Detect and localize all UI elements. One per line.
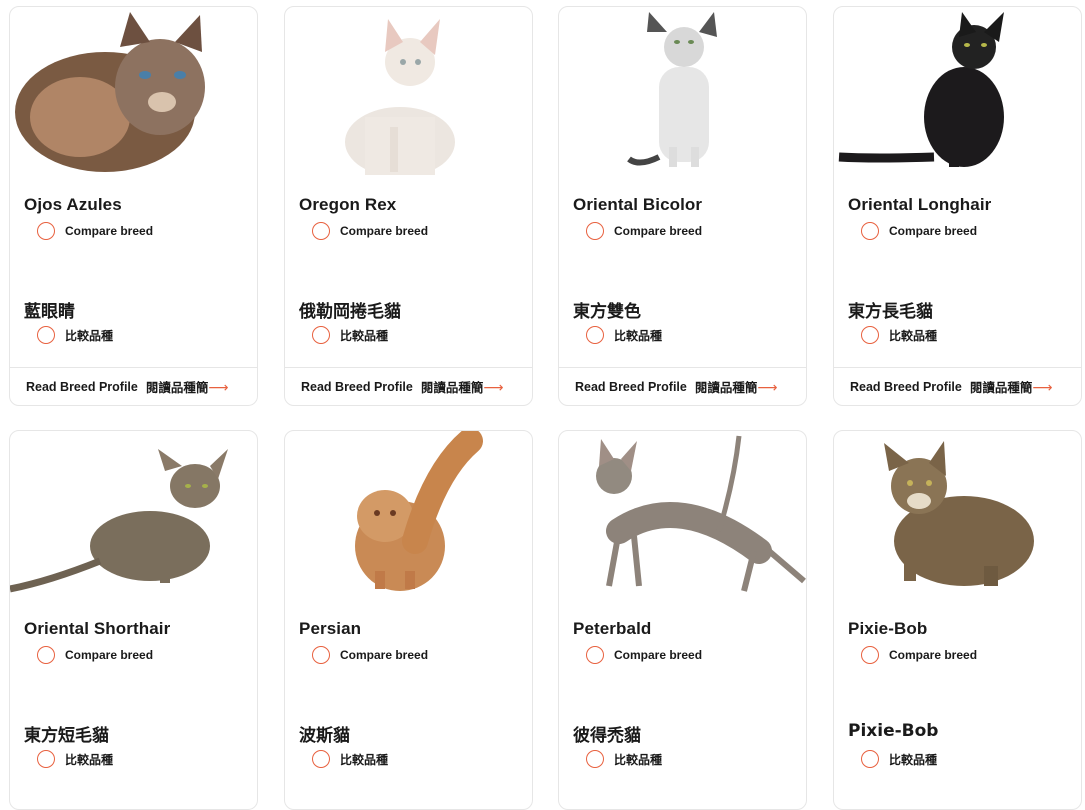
checkbox-circle-icon[interactable]	[312, 326, 330, 344]
compare-breed-checkbox-zh[interactable]: 比較品種	[312, 750, 388, 768]
breed-name-zh[interactable]: 俄勒岡捲毛貓	[299, 297, 401, 322]
checkbox-circle-icon[interactable]	[312, 222, 330, 240]
breed-name-en[interactable]: Peterbald	[573, 619, 651, 639]
compare-breed-checkbox[interactable]: Compare breed	[861, 646, 977, 664]
profile-label-en: Read Breed Profile	[26, 379, 138, 394]
checkbox-circle-icon[interactable]	[37, 750, 55, 768]
compare-breed-label: Compare breed	[614, 648, 703, 662]
read-breed-profile-link[interactable]: Read Breed Profile 閱讀品種簡 ⟶	[559, 367, 806, 405]
checkbox-circle-icon[interactable]	[586, 750, 604, 768]
compare-breed-checkbox-zh[interactable]: 比較品種	[312, 326, 388, 344]
compare-breed-label: Compare breed	[889, 224, 978, 238]
breed-card[interactable]: Oregon Rex Compare breed 俄勒岡捲毛貓 比較品種 Rea…	[284, 6, 533, 406]
compare-breed-checkbox[interactable]: Compare breed	[586, 222, 702, 240]
breed-card[interactable]: Ojos Azules Compare breed 藍眼睛 比較品種 Read …	[9, 6, 258, 406]
compare-breed-label-zh: 比較品種	[614, 328, 663, 343]
breed-photo[interactable]	[834, 7, 1081, 175]
profile-label-en: Read Breed Profile	[850, 379, 962, 394]
compare-breed-checkbox[interactable]: Compare breed	[861, 222, 977, 240]
compare-breed-checkbox-zh[interactable]: 比較品種	[861, 750, 937, 768]
profile-label-en: Read Breed Profile	[575, 379, 687, 394]
breed-name-zh[interactable]: 波斯貓	[299, 721, 350, 746]
breed-name-zh[interactable]: Pixie-Bob	[848, 721, 938, 741]
breed-photo[interactable]	[10, 7, 257, 175]
breed-photo[interactable]	[559, 7, 806, 175]
breed-name-zh[interactable]: 藍眼睛	[24, 297, 75, 322]
read-breed-profile-link[interactable]: Read Breed Profile 閱讀品種簡 ⟶	[10, 367, 257, 405]
compare-breed-label: Compare breed	[614, 224, 703, 238]
breed-name-en[interactable]: Pixie-Bob	[848, 619, 927, 639]
breed-photo[interactable]	[10, 431, 257, 599]
checkbox-circle-icon[interactable]	[861, 222, 879, 240]
breed-name-zh[interactable]: 彼得禿貓	[573, 721, 641, 746]
checkbox-circle-icon[interactable]	[586, 222, 604, 240]
checkbox-circle-icon[interactable]	[37, 222, 55, 240]
checkbox-circle-icon[interactable]	[586, 646, 604, 664]
breed-card[interactable]: Oriental Bicolor Compare breed 東方雙色 比較品種…	[558, 6, 807, 406]
compare-breed-checkbox-zh[interactable]: 比較品種	[37, 750, 113, 768]
breed-name-zh[interactable]: 東方短毛貓	[24, 721, 109, 746]
compare-breed-checkbox-zh[interactable]: 比較品種	[37, 326, 113, 344]
breed-card[interactable]: Peterbald Compare breed 彼得禿貓 比較品種	[558, 430, 807, 810]
compare-breed-checkbox-zh[interactable]: 比較品種	[586, 326, 662, 344]
compare-breed-label: Compare breed	[889, 648, 978, 662]
checkbox-circle-icon[interactable]	[37, 326, 55, 344]
breed-name-zh[interactable]: 東方長毛貓	[848, 297, 933, 322]
arrow-right-icon: ⟶	[757, 378, 778, 395]
compare-breed-checkbox[interactable]: Compare breed	[312, 646, 428, 664]
profile-label-zh: 閱讀品種簡	[969, 380, 1033, 395]
breed-name-en[interactable]: Persian	[299, 619, 361, 639]
breed-photo[interactable]	[834, 431, 1081, 599]
breed-name-en[interactable]: Ojos Azules	[24, 195, 122, 215]
profile-label-en: Read Breed Profile	[301, 379, 413, 394]
breed-photo[interactable]	[285, 7, 532, 175]
checkbox-circle-icon[interactable]	[586, 326, 604, 344]
compare-breed-label-zh: 比較品種	[889, 752, 938, 767]
compare-breed-label-zh: 比較品種	[65, 328, 114, 343]
compare-breed-checkbox-zh[interactable]: 比較品種	[586, 750, 662, 768]
read-breed-profile-link[interactable]: Read Breed Profile 閱讀品種簡 ⟶	[834, 367, 1081, 405]
compare-breed-label: Compare breed	[340, 648, 429, 662]
breed-photo[interactable]	[559, 431, 806, 599]
compare-breed-label: Compare breed	[65, 224, 154, 238]
breed-name-en[interactable]: Oriental Bicolor	[573, 195, 702, 215]
breed-card[interactable]: Oriental Longhair Compare breed 東方長毛貓 比較…	[833, 6, 1082, 406]
breed-name-zh[interactable]: 東方雙色	[573, 297, 641, 322]
breed-card[interactable]: Pixie-Bob Compare breed Pixie-Bob 比較品種	[833, 430, 1082, 810]
profile-label-zh: 閱讀品種簡	[145, 380, 209, 395]
breed-grid: Ojos Azules Compare breed 藍眼睛 比較品種 Read …	[0, 0, 1085, 810]
checkbox-circle-icon[interactable]	[861, 646, 879, 664]
breed-name-en[interactable]: Oriental Longhair	[848, 195, 991, 215]
breed-photo[interactable]	[285, 431, 532, 599]
compare-breed-label-zh: 比較品種	[340, 752, 389, 767]
checkbox-circle-icon[interactable]	[312, 646, 330, 664]
compare-breed-checkbox[interactable]: Compare breed	[312, 222, 428, 240]
compare-breed-label-zh: 比較品種	[614, 752, 663, 767]
breed-name-en[interactable]: Oregon Rex	[299, 195, 396, 215]
arrow-right-icon: ⟶	[208, 378, 229, 395]
breed-name-en[interactable]: Oriental Shorthair	[24, 619, 170, 639]
profile-label-zh: 閱讀品種簡	[420, 380, 484, 395]
compare-breed-checkbox[interactable]: Compare breed	[37, 222, 153, 240]
checkbox-circle-icon[interactable]	[861, 750, 879, 768]
checkbox-circle-icon[interactable]	[861, 326, 879, 344]
compare-breed-checkbox[interactable]: Compare breed	[37, 646, 153, 664]
checkbox-circle-icon[interactable]	[37, 646, 55, 664]
breed-card[interactable]: Oriental Shorthair Compare breed 東方短毛貓 比…	[9, 430, 258, 810]
profile-label-zh: 閱讀品種簡	[694, 380, 758, 395]
breed-card[interactable]: Persian Compare breed 波斯貓 比較品種	[284, 430, 533, 810]
compare-breed-label-zh: 比較品種	[340, 328, 389, 343]
checkbox-circle-icon[interactable]	[312, 750, 330, 768]
compare-breed-label: Compare breed	[65, 648, 154, 662]
arrow-right-icon: ⟶	[1032, 378, 1053, 395]
compare-breed-checkbox-zh[interactable]: 比較品種	[861, 326, 937, 344]
compare-breed-label-zh: 比較品種	[889, 328, 938, 343]
compare-breed-label: Compare breed	[340, 224, 429, 238]
compare-breed-label-zh: 比較品種	[65, 752, 114, 767]
arrow-right-icon: ⟶	[483, 378, 504, 395]
read-breed-profile-link[interactable]: Read Breed Profile 閱讀品種簡 ⟶	[285, 367, 532, 405]
compare-breed-checkbox[interactable]: Compare breed	[586, 646, 702, 664]
